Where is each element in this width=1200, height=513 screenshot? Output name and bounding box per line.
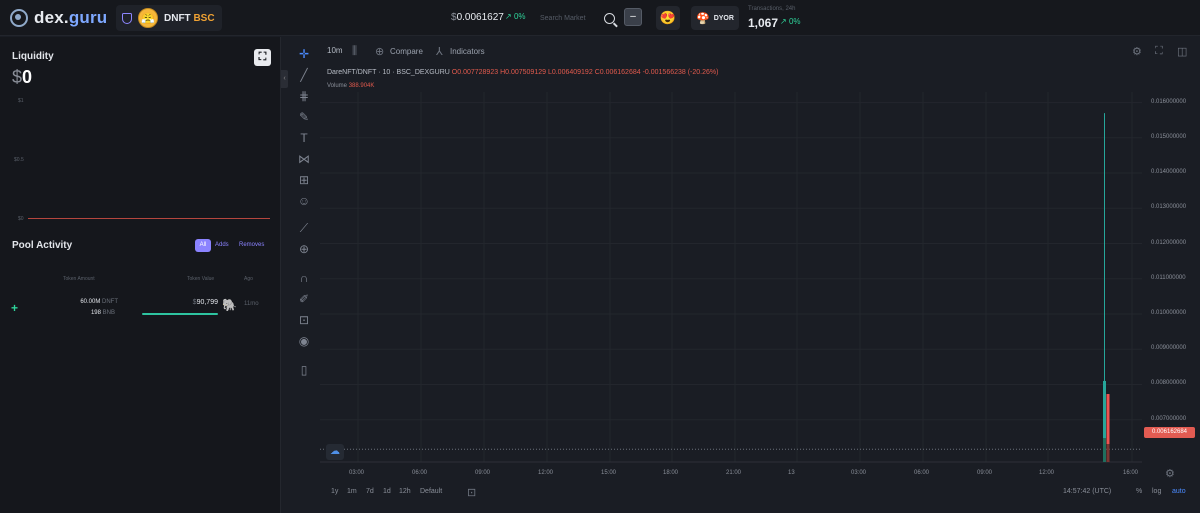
volume-bar — [1106, 444, 1110, 462]
range-button-1d[interactable]: 1d — [383, 488, 391, 495]
log-toggle[interactable]: log — [1152, 488, 1161, 495]
time-axis-label: 03:00 — [851, 470, 867, 476]
price-axis-label: 0.013000000 — [1151, 204, 1187, 211]
time-axis-label: 13 — [788, 470, 795, 476]
price-axis-label: 0.008000000 — [1151, 380, 1187, 387]
range-button-7d[interactable]: 7d — [366, 488, 374, 495]
time-axis-label: 06:00 — [914, 470, 930, 476]
price-axis-label: 0.009000000 — [1151, 345, 1187, 352]
time-axis-label: 16:00 — [1123, 470, 1139, 476]
price-axis-label: 0.010000000 — [1151, 310, 1187, 316]
price-chart[interactable] — [0, 0, 1200, 513]
time-axis-label: 06:00 — [412, 470, 428, 476]
time-axis-label: 09:00 — [475, 470, 491, 476]
percent-toggle[interactable]: % — [1136, 488, 1142, 495]
time-axis-label: 12:00 — [538, 470, 554, 476]
range-button-1m[interactable]: 1m — [347, 488, 357, 495]
auto-toggle[interactable]: auto — [1172, 488, 1186, 495]
time-axis-label: 18:00 — [663, 470, 679, 476]
candle-body — [1106, 394, 1110, 450]
price-axis-label: 0.016000000 — [1151, 98, 1187, 105]
volume-bar — [1103, 438, 1106, 462]
time-axis-label: 15:00 — [601, 470, 617, 476]
price-axis-label: 0.015000000 — [1151, 133, 1187, 140]
price-axis-label: 0.011000000 — [1151, 274, 1186, 281]
price-axis-label: 0.007000000 — [1151, 415, 1187, 422]
date-range-icon[interactable]: ⊡ — [467, 486, 476, 499]
time-axis-label: 03:00 — [349, 470, 365, 476]
price-axis-label: 0.012000000 — [1151, 239, 1187, 246]
price-axis-label: 0.014000000 — [1151, 169, 1187, 176]
time-axis-label: 21:00 — [726, 470, 742, 476]
cloud-icon[interactable]: ☁ — [326, 444, 344, 460]
range-button-default[interactable]: Default — [420, 488, 442, 495]
current-price-label: 0.006162684 — [1144, 427, 1195, 438]
range-button-12h[interactable]: 12h — [399, 488, 411, 495]
range-button-1y[interactable]: 1y — [331, 488, 338, 495]
utc-clock[interactable]: 14:57:42 (UTC) — [1063, 488, 1111, 495]
settings-icon[interactable]: ⚙ — [1165, 467, 1175, 480]
time-axis-label: 12:00 — [1039, 470, 1055, 476]
time-axis-label: 09:00 — [977, 470, 993, 476]
